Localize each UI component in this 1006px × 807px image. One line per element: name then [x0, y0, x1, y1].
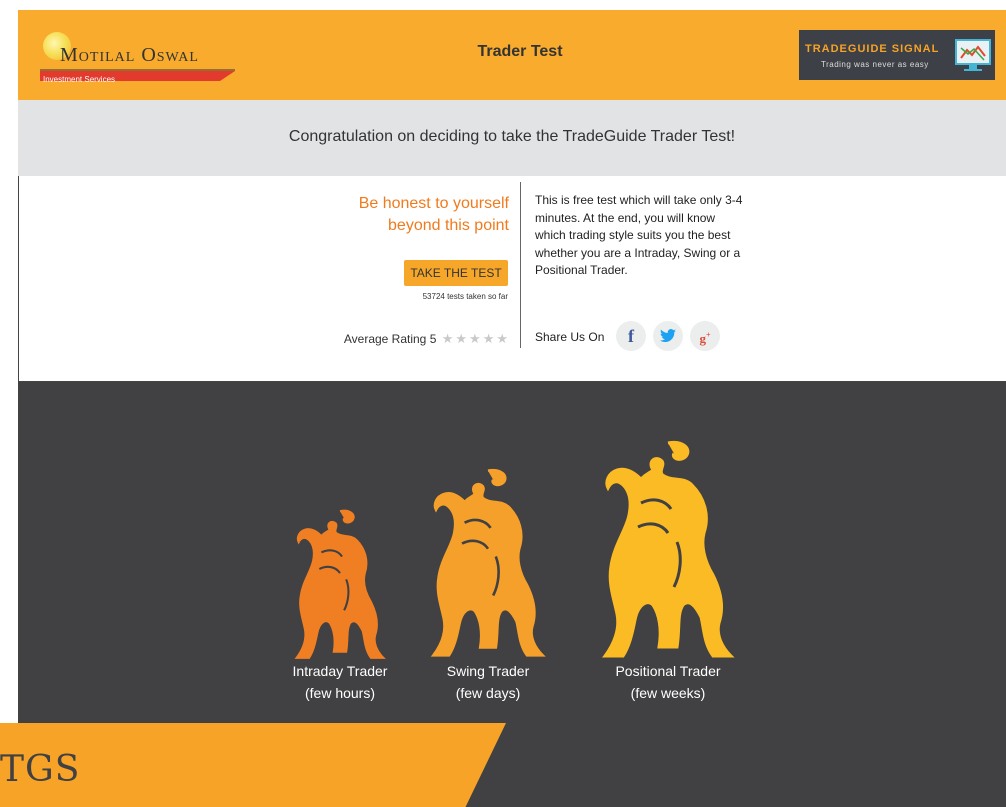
tradeguide-signal-badge[interactable]: TRADEGUIDE SIGNAL Trading was never as e… — [799, 30, 995, 80]
star-icon[interactable]: ★ — [469, 331, 481, 346]
honest-heading: Be honest to yourself beyond this point — [358, 195, 509, 234]
page-title: Trader Test — [477, 43, 563, 60]
test-description: This is free test which will take only 3… — [535, 193, 743, 277]
bull-silhouette — [294, 509, 386, 659]
intraday-trader-label[interactable]: Intraday Trader (few hours) — [275, 660, 405, 704]
swing-bull-icon — [430, 468, 546, 657]
trader-duration: (few hours) — [304, 685, 376, 701]
share-label: Share Us On — [535, 330, 605, 344]
bull-silhouette — [430, 468, 546, 657]
trader-type: Intraday Trader — [292, 663, 388, 679]
column-divider — [520, 182, 521, 348]
rating-stars: ★ ★ ★ ★ ★ — [440, 331, 508, 346]
facebook-share-button[interactable]: f — [616, 321, 646, 351]
badge-tagline: Trading was never as easy — [821, 60, 929, 69]
positional-trader-label[interactable]: Positional Trader (few weeks) — [588, 660, 748, 704]
swing-trader-label[interactable]: Swing Trader (few days) — [423, 660, 553, 704]
trader-duration: (few days) — [455, 685, 521, 701]
brand-name: Motilal Oswal — [60, 44, 199, 66]
star-icon[interactable]: ★ — [496, 331, 508, 346]
page-frame: Motilal Oswal Investment Services Trader… — [18, 10, 1006, 807]
positional-bull-icon — [602, 440, 735, 658]
welcome-banner: Congratulation on deciding to take the T… — [18, 100, 1006, 176]
google-plus-icon: g+ — [699, 331, 711, 347]
welcome-text: Congratulation on deciding to take the T… — [288, 128, 736, 145]
brand-tagline: Investment Services — [43, 75, 116, 84]
intraday-bull-icon — [294, 509, 386, 659]
trader-duration: (few weeks) — [630, 685, 706, 701]
header: Motilal Oswal Investment Services Trader… — [18, 10, 1006, 100]
average-rating: Average Rating 5 ★ ★ ★ ★ ★ — [279, 331, 508, 347]
chart-monitor-icon — [955, 39, 991, 71]
rating-label: Average Rating 5 — [343, 332, 437, 346]
star-icon[interactable]: ★ — [442, 331, 454, 346]
star-icon[interactable]: ★ — [483, 331, 495, 346]
tgs-logo-text: TGS — [0, 749, 81, 790]
twitter-share-button[interactable] — [653, 321, 683, 351]
facebook-icon: f — [628, 326, 634, 346]
trader-type: Positional Trader — [615, 663, 721, 679]
intro-section: Be honest to yourself beyond this point … — [18, 176, 1006, 382]
trader-type: Swing Trader — [446, 663, 530, 679]
tgs-corner-tab[interactable]: TGS — [0, 723, 506, 807]
star-icon[interactable]: ★ — [455, 331, 467, 346]
tests-count: 53724 tests taken so far — [422, 292, 508, 301]
twitter-icon — [660, 328, 676, 342]
take-the-test-button[interactable]: TAKE THE TEST — [404, 260, 508, 286]
bull-silhouette — [602, 440, 735, 658]
brand-logo[interactable]: Motilal Oswal Investment Services — [40, 32, 238, 92]
badge-name: TRADEGUIDE SIGNAL — [805, 43, 940, 55]
google-plus-share-button[interactable]: g+ — [690, 321, 720, 351]
